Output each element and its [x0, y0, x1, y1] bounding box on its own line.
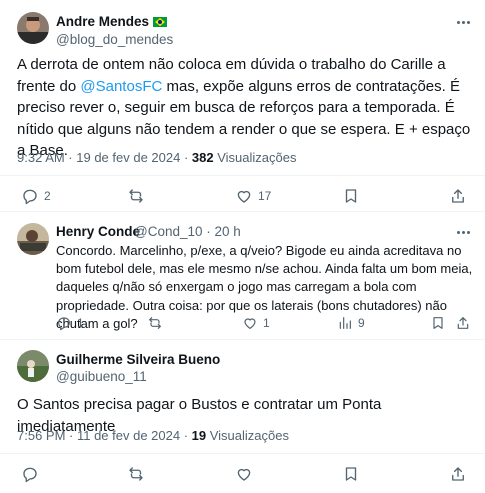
repost-button[interactable] — [127, 187, 150, 205]
author-handle[interactable]: @Cond_10 — [134, 224, 203, 239]
timestamp[interactable]: 9:32 AM · 19 de fev de 2024 — [17, 150, 180, 165]
tweet-meta: 9:32 AM · 19 de fev de 2024 · 382 Visual… — [17, 150, 296, 165]
meta-separator: · — [180, 150, 192, 165]
like-icon — [237, 190, 251, 203]
timestamp[interactable]: 7:56 PM · 11 de fev de 2024 — [17, 428, 180, 443]
share-icon — [452, 189, 464, 203]
reply-icon — [23, 467, 37, 483]
repost-icon — [149, 317, 161, 329]
author-name[interactable]: Henry Conde — [56, 224, 140, 239]
repost-button[interactable] — [147, 315, 168, 331]
third-tweet: Guilherme Silveira Bueno @guibueno_11 O … — [0, 340, 485, 493]
reply-icon — [58, 317, 70, 331]
bookmark-button[interactable] — [430, 315, 446, 331]
tweet-text: A derrota de ontem não coloca em dúvida … — [17, 54, 472, 162]
avatar[interactable] — [17, 223, 49, 255]
meta-separator: · — [180, 428, 192, 443]
author-name[interactable]: Guilherme Silveira Bueno — [56, 352, 220, 367]
like-button[interactable]: 17 — [235, 187, 271, 205]
like-button[interactable] — [235, 465, 253, 483]
more-icon[interactable] — [453, 15, 473, 29]
reply-icon — [23, 189, 37, 205]
views-label: Visualizações — [206, 428, 289, 443]
repost-icon — [129, 467, 143, 481]
more-icon[interactable] — [453, 225, 473, 239]
author-handle-and-time: @Cond_10 · 20 h — [134, 224, 241, 239]
avatar[interactable] — [17, 12, 49, 44]
like-count: 17 — [258, 189, 272, 203]
like-count: 1 — [263, 316, 270, 330]
reply-time[interactable]: · 20 h — [206, 224, 241, 239]
bookmark-icon — [345, 189, 357, 203]
bookmark-button[interactable] — [342, 187, 360, 205]
views-count: 382 — [191, 150, 214, 165]
share-icon — [457, 317, 469, 329]
avatar[interactable] — [17, 350, 49, 382]
verified-flag-icon — [153, 17, 168, 27]
bookmark-button[interactable] — [342, 465, 360, 483]
reply-button[interactable] — [21, 465, 39, 483]
reply-count: 2 — [44, 189, 51, 203]
author-name[interactable]: Andre Mendes — [56, 14, 168, 29]
bookmark-icon — [345, 467, 357, 481]
divider — [0, 453, 485, 454]
repost-button[interactable] — [127, 465, 145, 483]
like-button[interactable]: 1 — [242, 315, 270, 331]
tweet-meta: 7:56 PM · 11 de fev de 2024 · 19 Visuali… — [17, 428, 289, 443]
main-tweet: Andre Mendes @blog_do_mendes A derrota d… — [0, 0, 485, 210]
share-button[interactable] — [449, 465, 467, 483]
like-icon — [244, 318, 256, 329]
author-handle[interactable]: @blog_do_mendes — [56, 32, 173, 47]
share-icon — [452, 467, 464, 481]
views-icon — [339, 317, 351, 329]
bookmark-icon — [433, 317, 443, 329]
author-handle[interactable]: @guibueno_11 — [56, 369, 147, 384]
like-icon — [237, 468, 251, 481]
divider — [0, 175, 485, 176]
share-button[interactable] — [449, 187, 467, 205]
author-name-text[interactable]: Andre Mendes — [56, 14, 149, 29]
views-label: Visualizações — [213, 150, 297, 165]
reply-tweet: Henry Conde @Cond_10 · 20 h Concordo. Ma… — [0, 212, 485, 339]
share-button[interactable] — [455, 315, 471, 331]
reply-button[interactable]: 1 — [56, 315, 84, 331]
reply-count: 1 — [77, 316, 84, 330]
views-button[interactable]: 9 — [337, 315, 365, 331]
mention-link[interactable]: @SantosFC — [80, 78, 162, 95]
views-count: 19 — [191, 428, 207, 443]
views-count: 9 — [358, 316, 365, 330]
repost-icon — [129, 189, 143, 203]
reply-button[interactable]: 2 — [21, 187, 51, 205]
